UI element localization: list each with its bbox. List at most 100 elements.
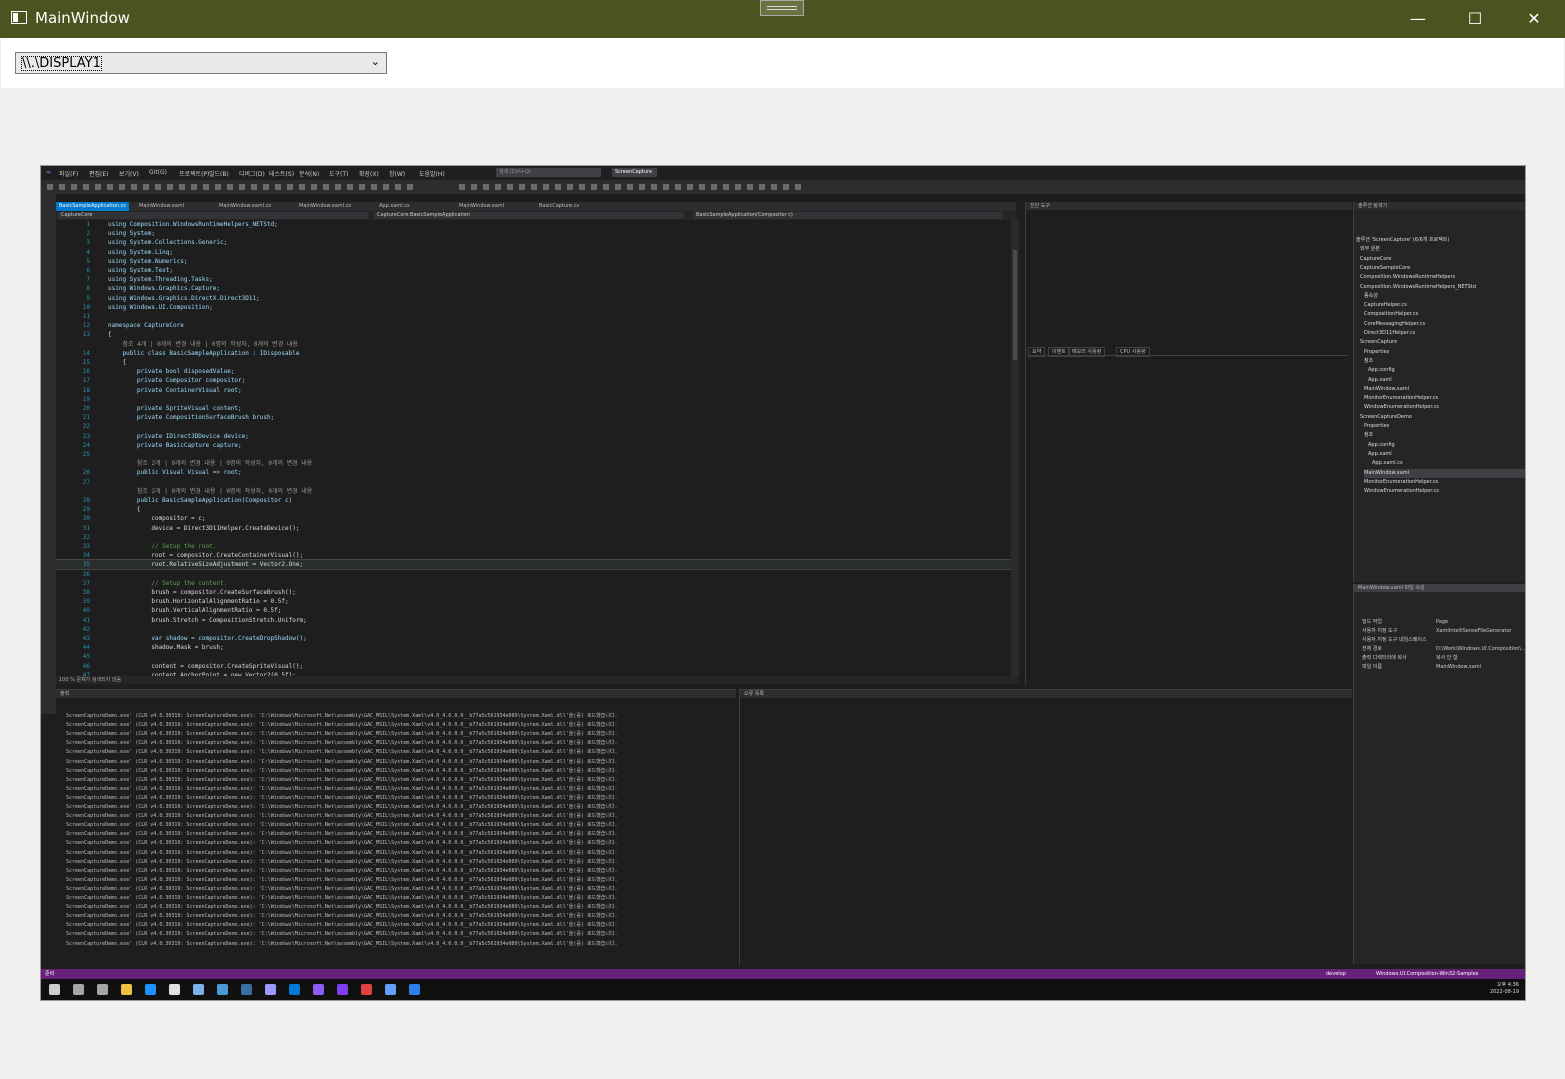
preview-solution-item: App.xaml — [1368, 450, 1392, 457]
preview-line-text: brush = compositor.CreateSurfaceBrush(); — [108, 589, 296, 596]
preview-status-bar: 준비 develop Windows.UI.Composition-Win32-… — [41, 969, 1525, 979]
preview-line-number: 2 — [86, 230, 90, 238]
preview-line-number: 39 — [82, 598, 90, 606]
preview-line-text: using System.Numerics; — [108, 257, 188, 265]
preview-toolbar-icon — [519, 184, 525, 190]
preview-taskbar: 오후 4:36 2022-08-19 — [41, 979, 1525, 1000]
preview-code-line: 12 namespace CaptureCore — [56, 321, 1011, 330]
preview-line-number: 3 — [86, 239, 90, 247]
preview-line-number: 20 — [82, 405, 90, 412]
app-window-icon — [11, 11, 27, 24]
preview-solution-item: CaptureSampleCore — [1360, 264, 1411, 271]
preview-toolbar-icon — [735, 184, 741, 190]
close-button[interactable]: ✕ — [1505, 0, 1563, 38]
preview-toolbar-icon — [251, 184, 257, 190]
preview-solution-title: 솔루션 탐색기 — [1354, 202, 1525, 210]
preview-code-line: 11 — [56, 312, 1011, 321]
preview-line-text: device = Direct3D11Helper.CreateDevice()… — [108, 524, 300, 532]
preview-code-line: 34 root = compositor.CreateContainerVisu… — [56, 551, 1011, 560]
preview-toolbar-icon — [795, 184, 801, 190]
preview-toolbar-icon — [639, 184, 645, 190]
minimize-button[interactable]: — — [1389, 0, 1447, 38]
preview-toolbar-icon — [603, 184, 609, 190]
preview-code-line: 5 using System.Numerics; — [56, 257, 1011, 266]
preview-code-line: 참조 2개 | 0개의 변경 내용 | 0명의 작성자, 0개의 변경 내용 — [56, 487, 1011, 496]
preview-output-line: ScreenCaptureDemo.exe' (CLR v4.0.30319: … — [66, 722, 618, 729]
preview-toolbar-icon — [47, 184, 53, 190]
preview-code-line: 7 using System.Threading.Tasks; — [56, 275, 1011, 284]
preview-code-status: 100 % 문제가 검색되지 않음 — [56, 676, 1019, 684]
preview-line-text: // Setup the root. — [108, 543, 217, 550]
preview-property-value: XamlIntelliSenseFileGenerator — [1436, 628, 1512, 634]
preview-doc-tab: MainWindow.xaml.cs — [299, 203, 352, 209]
preview-output-line: ScreenCaptureDemo.exe' (CLR v4.0.30319: … — [66, 731, 618, 738]
preview-solution-item: MainWindow.xaml — [1364, 468, 1525, 478]
preview-line-number: 4 — [86, 248, 90, 256]
preview-toolbar-icon — [155, 184, 161, 190]
preview-property-row: 출력 디렉터리에 복사 복사 안 함 — [1354, 654, 1524, 662]
preview-line-text: content = compositor.CreateSpriteVisual(… — [108, 662, 304, 670]
preview-code-line: 30 compositor = c; — [56, 514, 1011, 523]
preview-line-text: private ContainerVisual root; — [108, 386, 242, 394]
preview-taskbar-icon — [193, 984, 204, 995]
preview-toolbar-icon — [227, 184, 233, 190]
maximize-button[interactable]: ☐ — [1446, 0, 1504, 38]
preview-line-number: 43 — [82, 635, 90, 642]
preview-line-number: 10 — [82, 303, 90, 311]
window-title: MainWindow — [35, 9, 130, 27]
preview-output-line: ScreenCaptureDemo.exe' (CLR v4.0.30319: … — [66, 849, 618, 856]
preview-line-text: namespace CaptureCore — [108, 322, 184, 330]
preview-line-number: 30 — [82, 515, 90, 523]
preview-code-line: 9 using Windows.Graphics.DirectX.Direct3D… — [56, 294, 1011, 303]
preview-line-text: public class BasicSampleApplication : ID… — [108, 349, 300, 357]
preview-line-number: 31 — [82, 524, 90, 532]
preview-output-line: ScreenCaptureDemo.exe' (CLR v4.0.30319: … — [66, 804, 618, 810]
title-bar[interactable]: MainWindow — ☐ ✕ — [0, 0, 1565, 38]
preview-code-line: 46 content = compositor.CreateSpriteVisu… — [56, 662, 1011, 671]
preview-code-line: 38 brush = compositor.CreateSurfaceBrush… — [56, 588, 1011, 597]
preview-code-line: 33 // Setup the root. — [56, 542, 1011, 551]
preview-line-text: using Windows.Graphics.DirectX.Direct3D1… — [108, 294, 260, 302]
preview-line-text: { — [108, 506, 141, 514]
preview-code-line: 16 private bool disposedValue; — [56, 367, 1011, 376]
preview-code-line: 39 brush.HorizontalAlignmentRatio = 0.5f… — [56, 597, 1011, 606]
preview-toolbar-icon — [311, 184, 317, 190]
preview-toolbar-icon — [131, 184, 137, 190]
preview-line-text: { — [108, 331, 112, 339]
preview-taskbar-icon — [265, 984, 276, 995]
preview-line-number: 32 — [82, 533, 90, 541]
preview-toolbar-icon — [567, 184, 573, 190]
preview-line-text: using System.Linq; — [108, 248, 174, 256]
preview-solution-item: CoreMessagingHelper.cs — [1364, 320, 1426, 327]
preview-taskbar-icon — [337, 984, 348, 995]
preview-toolbar-icon — [71, 184, 77, 190]
preview-doc-tab: BasicCapture.cs — [539, 203, 580, 209]
chevron-down-icon: ⌄ — [370, 55, 380, 68]
preview-solution-item: App.config — [1368, 441, 1395, 448]
preview-diagnostics-tab: 이벤트 — [1048, 347, 1070, 357]
preview-taskbar-icon — [49, 984, 60, 995]
preview-output-line: ScreenCaptureDemo.exe' (CLR v4.0.30319: … — [66, 940, 618, 947]
preview-toolbar-icon — [663, 184, 669, 190]
preview-line-number: 28 — [82, 497, 90, 504]
preview-line-number: 8 — [86, 285, 90, 293]
display-select[interactable]: \\.\DISPLAY1 ⌄ — [15, 52, 387, 74]
preview-line-number: 44 — [82, 644, 90, 652]
preview-doc-tab: App.xaml.cs — [379, 203, 410, 209]
preview-line-number: 34 — [82, 552, 90, 560]
preview-line-text: { — [108, 359, 127, 366]
preview-line-text: using System.Threading.Tasks; — [108, 276, 213, 284]
drag-handle[interactable] — [760, 0, 804, 16]
preview-line-number: 45 — [82, 653, 90, 661]
preview-output-line: ScreenCaptureDemo.exe' (CLR v4.0.30319: … — [66, 785, 618, 792]
preview-solution-item: 외부 원본 — [1360, 246, 1380, 253]
preview-menu-item: 확장(X) — [359, 171, 379, 178]
preview-line-number: 5 — [86, 257, 90, 265]
preview-properties-panel: MainWindow.xaml 파일 속성 빌드 작업 Page 사용자 지정 도구… — [1353, 584, 1525, 964]
preview-property-key: 사용자 지정 도구 네임스페이스 — [1362, 637, 1427, 643]
preview-toolbar-icon — [651, 184, 657, 190]
preview-solution-item: MainWindow.xaml — [1364, 385, 1410, 392]
preview-taskbar-icon — [169, 984, 180, 995]
preview-line-text: brush.HorizontalAlignmentRatio = 0.5f; — [108, 598, 289, 606]
preview-property-key: 빌드 작업 — [1362, 619, 1382, 625]
